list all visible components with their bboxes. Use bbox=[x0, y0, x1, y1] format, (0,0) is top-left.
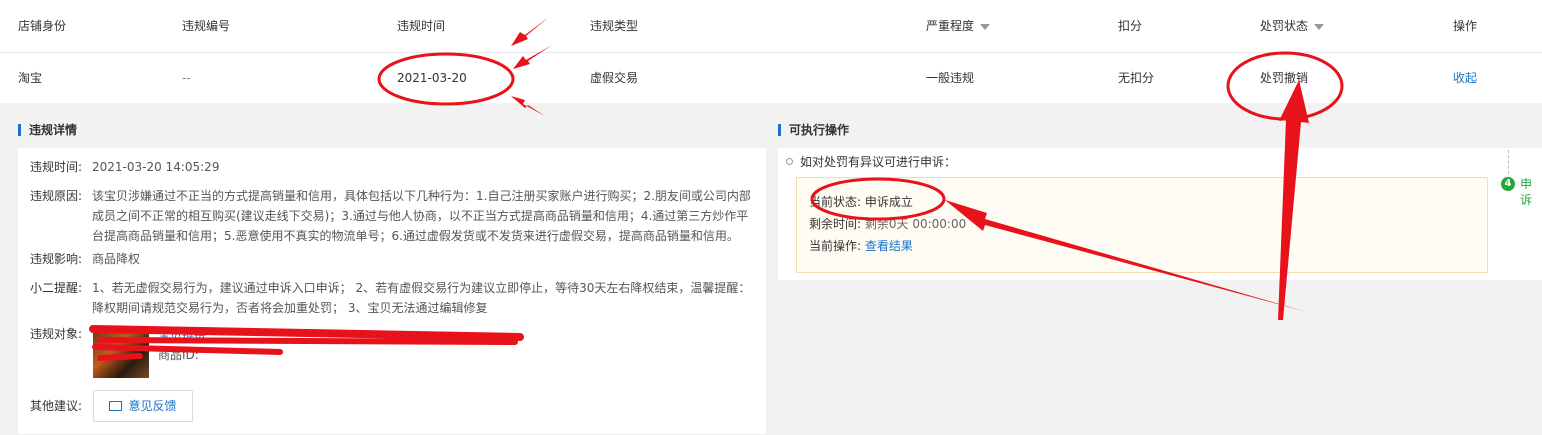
current-op-label: 当前操作: bbox=[809, 239, 862, 253]
time-label: 违规时间: bbox=[30, 160, 83, 174]
cell-penalty-status: 处罚撤销 bbox=[1260, 71, 1309, 85]
product-link[interactable]: 宝贝链接 …… bbox=[158, 326, 234, 344]
header-violation-type: 违规类型 bbox=[590, 19, 639, 33]
tip-line: 降权期间请规范交易行为，否者将会加重处罚； 3、宝贝无法通过编辑修复 bbox=[92, 301, 488, 315]
header-violation-no: 违规编号 bbox=[182, 19, 231, 33]
remaining-value: 剩余0天 00:00:00 bbox=[864, 217, 967, 231]
filter-icon[interactable] bbox=[980, 23, 991, 30]
product-id: 商品ID: bbox=[158, 348, 199, 362]
reason-label: 违规原因: bbox=[30, 189, 83, 203]
feedback-button-label: 意见反馈 bbox=[128, 399, 177, 413]
current-status-label: 当前状态: bbox=[809, 195, 862, 209]
current-status-value: 申诉成立 bbox=[864, 195, 913, 209]
feedback-button[interactable]: 意见反馈 bbox=[93, 390, 193, 422]
appeal-intro: 如对处罚有异议可进行申诉： bbox=[800, 155, 957, 169]
time-value: 2021-03-20 14:05:29 bbox=[92, 160, 220, 174]
collapse-link[interactable]: 收起 bbox=[1453, 71, 1477, 85]
cell-deduction: 无扣分 bbox=[1118, 71, 1155, 85]
header-penalty-status[interactable]: 处罚状态 bbox=[1260, 0, 1325, 52]
violation-details-panel: 违规时间: 2021-03-20 14:05:29 违规原因: 该宝贝涉嫌通过不… bbox=[18, 148, 766, 434]
actions-section-title: 可执行操作 bbox=[778, 124, 849, 136]
header-deduction: 扣分 bbox=[1118, 19, 1143, 33]
table-row: 淘宝 -- 2021-03-20 虚假交易 一般违规 无扣分 处罚撤销 收起 bbox=[0, 53, 1542, 103]
reason-line: 成员之间不正常的相互购买(建议走线下交易)；3.通过与他人协商，以不正当方式提高… bbox=[92, 209, 749, 223]
filter-icon[interactable] bbox=[1314, 23, 1325, 30]
table-header: 店铺身份 违规编号 违规时间 违规类型 严重程度 扣分 处罚状态 操作 bbox=[0, 0, 1542, 53]
mail-icon bbox=[109, 400, 123, 411]
reason-line: 该宝贝涉嫌通过不正当的方式提高销量和信用，具体包括以下几种行为：1.自己注册买家… bbox=[92, 189, 751, 203]
cell-severity: 一般违规 bbox=[926, 71, 975, 85]
product-thumbnail[interactable] bbox=[93, 326, 149, 378]
cell-violation-no: -- bbox=[182, 71, 191, 85]
cell-shop-identity: 淘宝 bbox=[18, 71, 43, 85]
remaining-label: 剩余时间: bbox=[809, 217, 862, 231]
header-action: 操作 bbox=[1453, 19, 1478, 33]
appeal-status-box: 当前状态: 申诉成立 剩余时间: 剩余0天 00:00:00 当前操作: 查看结… bbox=[796, 177, 1488, 273]
cell-violation-type: 虚假交易 bbox=[590, 71, 639, 85]
step-number: 4 bbox=[1501, 177, 1515, 191]
cell-violation-time: 2021-03-20 bbox=[397, 71, 467, 85]
header-violation-time: 违规时间 bbox=[397, 19, 446, 33]
header-severity[interactable]: 严重程度 bbox=[926, 0, 991, 52]
details-section-title: 违规详情 bbox=[18, 124, 77, 136]
suggestion-label: 其他建议: bbox=[30, 399, 83, 413]
bullet-icon bbox=[786, 158, 793, 165]
violation-table: 店铺身份 违规编号 违规时间 违规类型 严重程度 扣分 处罚状态 操作 淘宝 -… bbox=[0, 0, 1542, 103]
object-label: 违规对象: bbox=[30, 327, 83, 341]
impact-label: 违规影响: bbox=[30, 252, 83, 266]
view-result-link[interactable]: 查看结果 bbox=[865, 239, 913, 253]
header-penalty-status-label: 处罚状态 bbox=[1260, 19, 1309, 33]
tip-label: 小二提醒: bbox=[30, 281, 83, 295]
header-shop-identity: 店铺身份 bbox=[18, 19, 67, 33]
header-severity-label: 严重程度 bbox=[926, 19, 975, 33]
step-label: 申诉 bbox=[1520, 177, 1533, 207]
available-actions-panel: 如对处罚有异议可进行申诉： 当前状态: 申诉成立 剩余时间: 剩余0天 00:0… bbox=[778, 148, 1542, 280]
tip-line: 1、若无虚假交易行为，建议通过申诉入口申诉； 2、若有虚假交易行为建议立即停止，… bbox=[92, 281, 751, 295]
impact-value: 商品降权 bbox=[92, 252, 141, 266]
step-connector bbox=[1508, 150, 1509, 174]
reason-line: 台提高商品销量和信用；5.恶意使用不真实的物流单号；6.通过虚假发货或不发货来进… bbox=[92, 229, 739, 243]
